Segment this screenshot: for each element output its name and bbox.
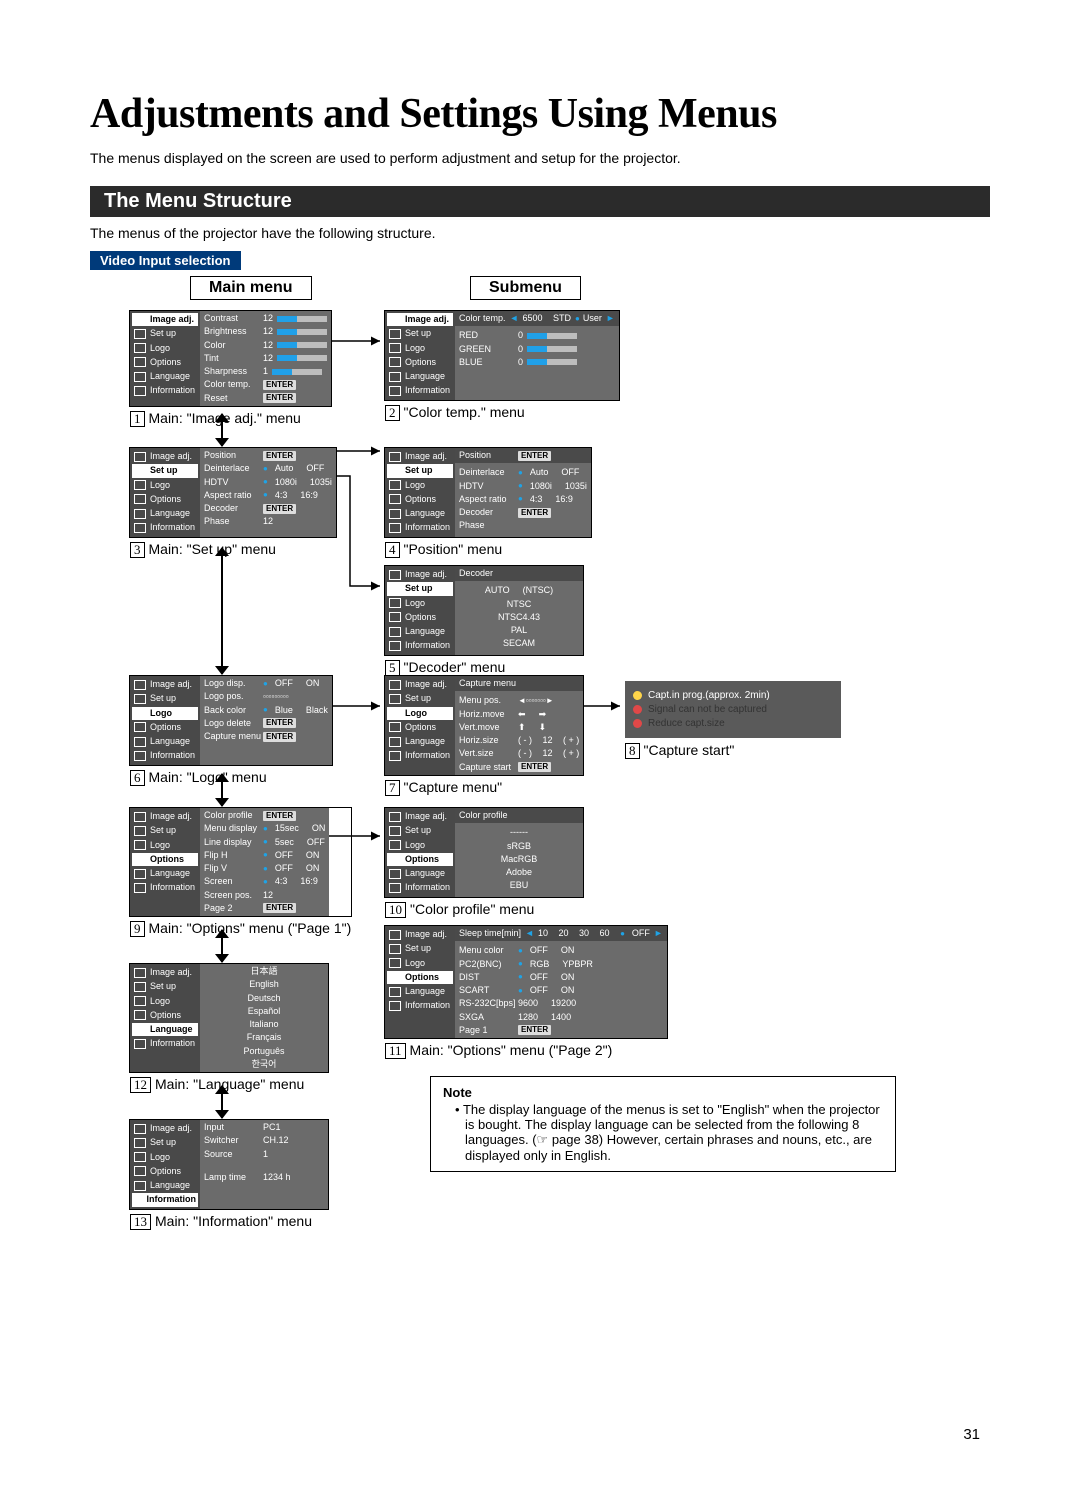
- page-title: Adjustments and Settings Using Menus: [90, 92, 990, 136]
- menu-color-temp: Image adj. Set up Logo Options Language …: [385, 311, 619, 400]
- menu-options-1: Image adj. Set up Logo Options Language …: [130, 808, 351, 916]
- menu-color-profile: Image adj. Set up Logo Options Language …: [385, 808, 583, 897]
- panel-capture-start: Capt.in prog.(approx. 2min) Signal can n…: [625, 681, 841, 738]
- menu-options-2: Image adj. Set up Logo Options Language …: [385, 926, 667, 1038]
- page-number: 31: [963, 1426, 980, 1443]
- sidebar: Image adj. Set up Logo Options Language …: [130, 311, 200, 406]
- section-bar: The Menu Structure: [90, 186, 990, 217]
- caption-11: Main: "Options" menu ("Page 2"): [410, 1042, 613, 1058]
- caption-12: Main: "Language" menu: [155, 1076, 304, 1092]
- col-main-title: Main menu: [190, 276, 312, 300]
- sidebar-item-image-adj: Image adj.: [132, 313, 198, 326]
- caption-6: Main: "Logo" menu: [149, 769, 267, 785]
- menu-structure-grid: Main menu Submenu: [90, 276, 990, 1326]
- caption-7: "Capture menu": [404, 779, 503, 795]
- col-sub-title: Submenu: [470, 276, 581, 300]
- structure-note: The menus of the projector have the foll…: [90, 225, 990, 241]
- caption-9: Main: "Options" menu ("Page 1"): [149, 920, 352, 936]
- caption-5: "Decoder" menu: [404, 659, 506, 675]
- caption-3: Main: "Set up" menu: [149, 541, 276, 557]
- menu-set-up: Image adj. Set up Logo Options Language …: [130, 448, 336, 537]
- menu-information: Image adj. Set up Logo Options Language …: [130, 1120, 328, 1209]
- menu-logo: Image adj. Set up Logo Options Language …: [130, 676, 332, 765]
- video-input-tag: Video Input selection: [90, 251, 241, 270]
- intro-text: The menus displayed on the screen are us…: [90, 150, 990, 166]
- caption-8: "Capture start": [644, 742, 735, 758]
- menu-position: Image adj. Set up Logo Options Language …: [385, 448, 591, 537]
- menu-capture: Image adj. Set up Logo Options Language …: [385, 676, 583, 775]
- caption-13: Main: "Information" menu: [155, 1213, 312, 1229]
- menu-image-adj: Image adj. Set up Logo Options Language …: [130, 311, 331, 406]
- note-box: Note The display language of the menus i…: [430, 1076, 896, 1172]
- caption-2: "Color temp." menu: [404, 404, 525, 420]
- caption-10: "Color profile" menu: [410, 901, 534, 917]
- caption-4: "Position" menu: [404, 541, 503, 557]
- menu-decoder: Image adj. Set up Logo Options Language …: [385, 566, 583, 655]
- menu-language: Image adj. Set up Logo Options Language …: [130, 964, 328, 1072]
